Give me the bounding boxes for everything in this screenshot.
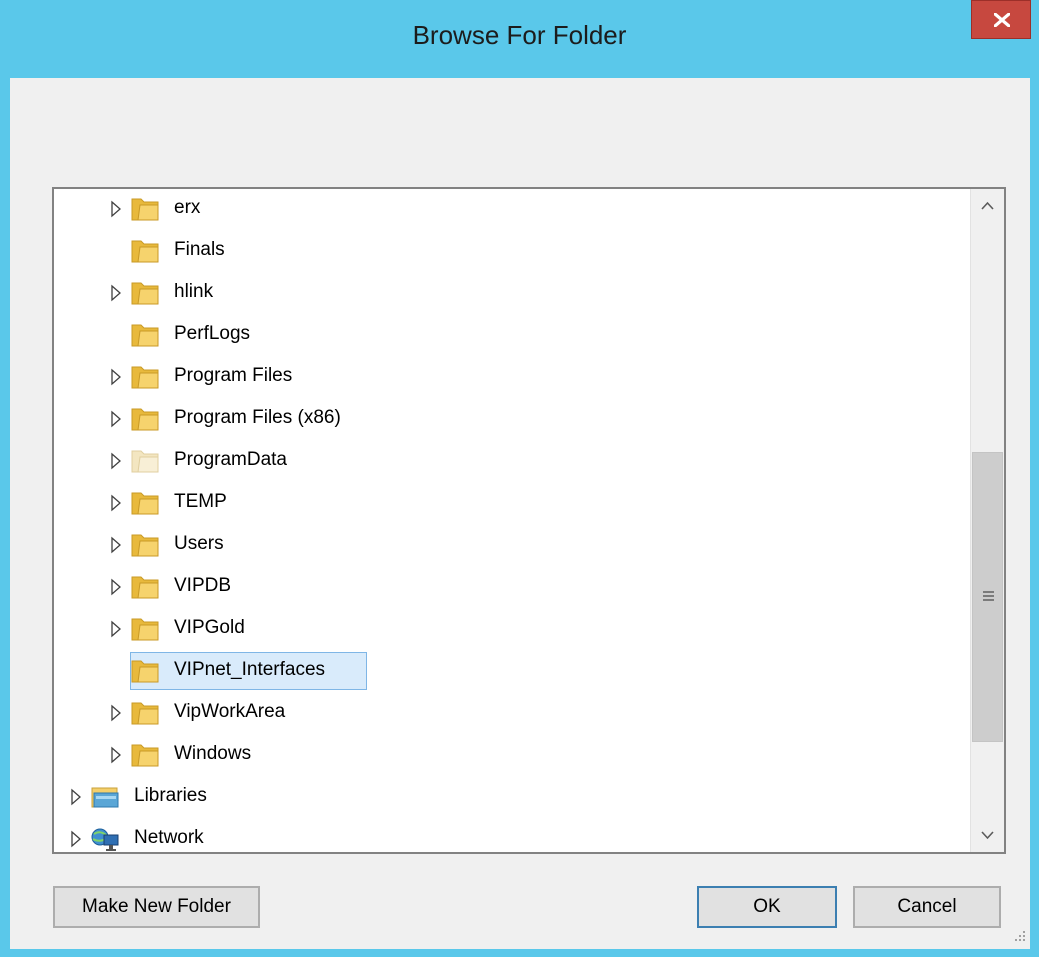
tree-item-label: erx xyxy=(174,197,201,218)
tree-item[interactable]: erx xyxy=(54,189,966,229)
folder-icon xyxy=(131,282,159,305)
ok-button[interactable]: OK xyxy=(697,886,837,928)
cancel-button[interactable]: Cancel xyxy=(853,886,1001,928)
tree-item-label: VIPnet_Interfaces xyxy=(174,659,326,680)
tree-item[interactable]: VIPnet_Interfaces xyxy=(54,651,966,691)
chevron-down-icon xyxy=(981,831,994,840)
expand-arrow-icon xyxy=(111,536,121,554)
tree-item[interactable]: Windows xyxy=(54,735,966,775)
dialog-title: Browse For Folder xyxy=(412,20,627,50)
expand-arrow-icon xyxy=(111,200,121,218)
tree-item[interactable]: Finals xyxy=(54,231,966,271)
expand-arrow-icon xyxy=(111,410,121,428)
folder-icon xyxy=(131,240,159,263)
expand-arrow-icon xyxy=(111,368,121,386)
expand-arrow-icon xyxy=(111,494,121,512)
title-bar[interactable]: Browse For Folder xyxy=(0,0,1039,78)
tree-item-label: Finals xyxy=(174,239,225,260)
tree-item-label: VIPDB xyxy=(174,575,232,596)
tree-item[interactable]: Users xyxy=(54,525,966,565)
tree-item-label: ProgramData xyxy=(174,449,287,470)
folder-icon xyxy=(131,618,159,641)
tree-item[interactable]: Program Files (x86) xyxy=(54,399,966,439)
close-button[interactable] xyxy=(971,0,1031,39)
grip-lines-icon xyxy=(983,591,994,601)
folder-icon xyxy=(131,702,159,725)
expand-arrow-icon xyxy=(111,452,121,470)
tree-item-label: Users xyxy=(174,533,224,554)
expand-arrow-icon xyxy=(111,284,121,302)
scroll-down-button[interactable] xyxy=(971,818,1004,852)
expand-arrow-icon xyxy=(71,830,81,848)
tree-item-label: VipWorkArea xyxy=(174,701,286,722)
tree-item-label: Windows xyxy=(174,743,252,764)
tree-item-label: TEMP xyxy=(174,491,227,512)
expand-arrow-icon xyxy=(111,704,121,722)
tree-item[interactable]: Libraries xyxy=(54,777,966,817)
folder-icon xyxy=(131,492,159,515)
tree-item-label: PerfLogs xyxy=(174,323,251,344)
tree-item[interactable]: hlink xyxy=(54,273,966,313)
network-icon xyxy=(91,828,119,851)
tree-item-label: Program Files (x86) xyxy=(174,407,341,428)
expand-arrow-icon xyxy=(111,620,121,638)
folder-icon xyxy=(131,534,159,557)
hidden-folder-icon xyxy=(131,450,159,473)
tree-item[interactable]: VipWorkArea xyxy=(54,693,966,733)
tree-item[interactable]: TEMP xyxy=(54,483,966,523)
tree-item-label: hlink xyxy=(174,281,214,302)
folder-tree[interactable]: Network Libraries Windows VipWorkArea VIPnet… xyxy=(52,187,1006,854)
expand-arrow-icon xyxy=(111,746,121,764)
folder-icon xyxy=(131,198,159,221)
tree-item[interactable]: ProgramData xyxy=(54,441,966,481)
folder-icon xyxy=(131,366,159,389)
tree-item-label: VIPGold xyxy=(174,617,245,638)
folder-icon xyxy=(131,408,159,431)
tree-item[interactable]: PerfLogs xyxy=(54,315,966,355)
folder-icon xyxy=(131,744,159,767)
close-icon xyxy=(994,13,1010,27)
make-new-folder-button[interactable]: Make New Folder xyxy=(53,886,260,928)
vertical-scrollbar[interactable] xyxy=(970,189,1004,852)
resize-grip-icon[interactable] xyxy=(1012,928,1026,942)
browse-for-folder-dialog: Browse For Folder Network Libraries Window… xyxy=(0,0,1039,957)
tree-item-label: Program Files xyxy=(174,365,293,386)
folder-icon xyxy=(131,324,159,347)
tree-item[interactable]: VIPGold xyxy=(54,609,966,649)
tree-item[interactable]: Program Files xyxy=(54,357,966,397)
tree-item[interactable]: VIPDB xyxy=(54,567,966,607)
tree-item-label: Libraries xyxy=(134,785,207,806)
folder-icon xyxy=(131,660,159,683)
libraries-icon xyxy=(91,787,119,808)
scrollbar-thumb[interactable] xyxy=(972,452,1003,742)
chevron-up-icon xyxy=(981,201,994,210)
expand-arrow-icon xyxy=(111,578,121,596)
expand-arrow-icon xyxy=(71,788,81,806)
tree-item-label: Network xyxy=(134,827,204,848)
scroll-up-button[interactable] xyxy=(971,189,1004,223)
tree-item[interactable]: Network xyxy=(54,819,966,852)
folder-icon xyxy=(131,576,159,599)
